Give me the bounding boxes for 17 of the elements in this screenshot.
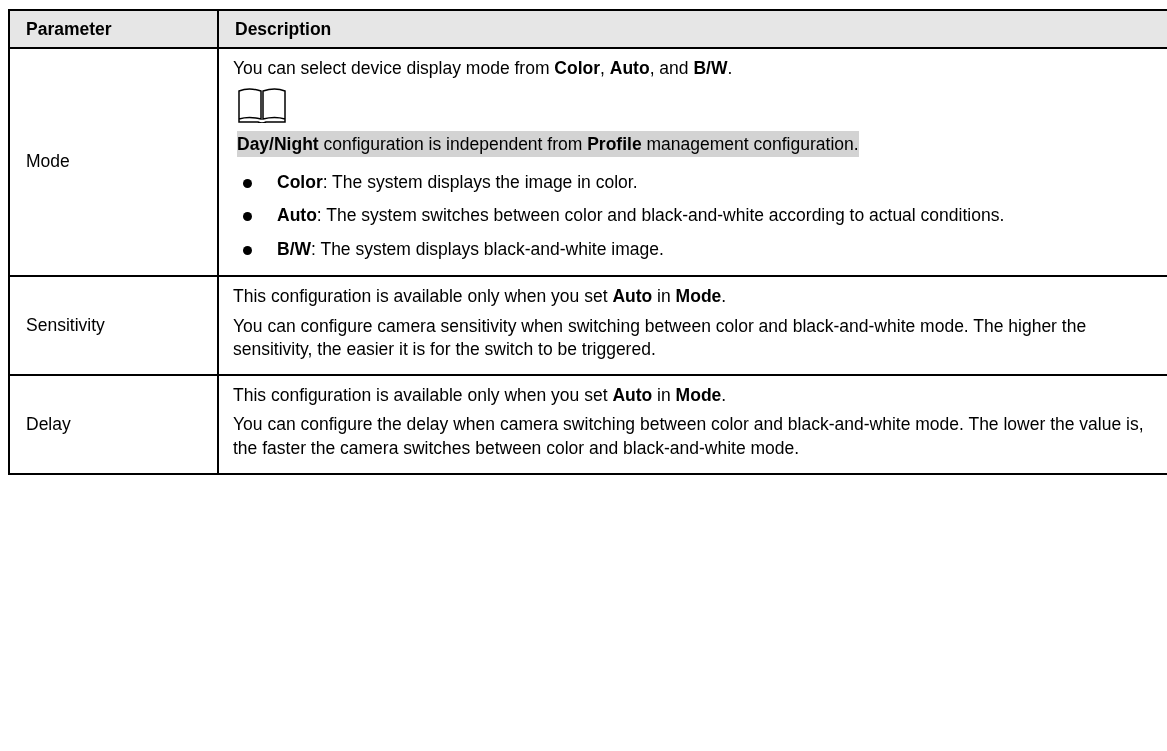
bullet-icon — [243, 212, 252, 222]
bullet-icon — [243, 178, 252, 188]
description-text: You can configure the delay when camera switching between color and black-and-white mode. The lower the value is, the faster the camera switches between color and black-and-white mode. — [233, 413, 1145, 460]
bullet-item: B/W: The system displays black-and-white image. — [237, 235, 1158, 265]
parameter-cell: Sensitivity — [9, 275, 218, 375]
description-text: You can configure camera sensitivity when switching between color and black-and-white mode. The higher the sensitivity, the easier it is for the switch to be triggered. — [233, 314, 1088, 362]
description-text: You can select device display mode from Color, Auto, and B/W. — [233, 57, 734, 80]
description-text: This configuration is available only when you set Auto in Mode. — [233, 383, 728, 407]
column-header: Parameter — [9, 10, 218, 48]
column-header: Description — [218, 10, 1167, 48]
parameter-cell: Delay — [9, 374, 218, 474]
bullet-item: Auto: The system switches between color and black-and-white according to actual conditions. — [237, 201, 1158, 232]
bullet-item: Color: The system displays the image in color. — [237, 167, 1158, 198]
bullet-icon — [243, 246, 252, 256]
description-text: This configuration is available only when you set Auto in Mode. — [233, 284, 728, 308]
book-icon — [237, 86, 287, 123]
parameter-cell: Mode — [9, 48, 218, 276]
